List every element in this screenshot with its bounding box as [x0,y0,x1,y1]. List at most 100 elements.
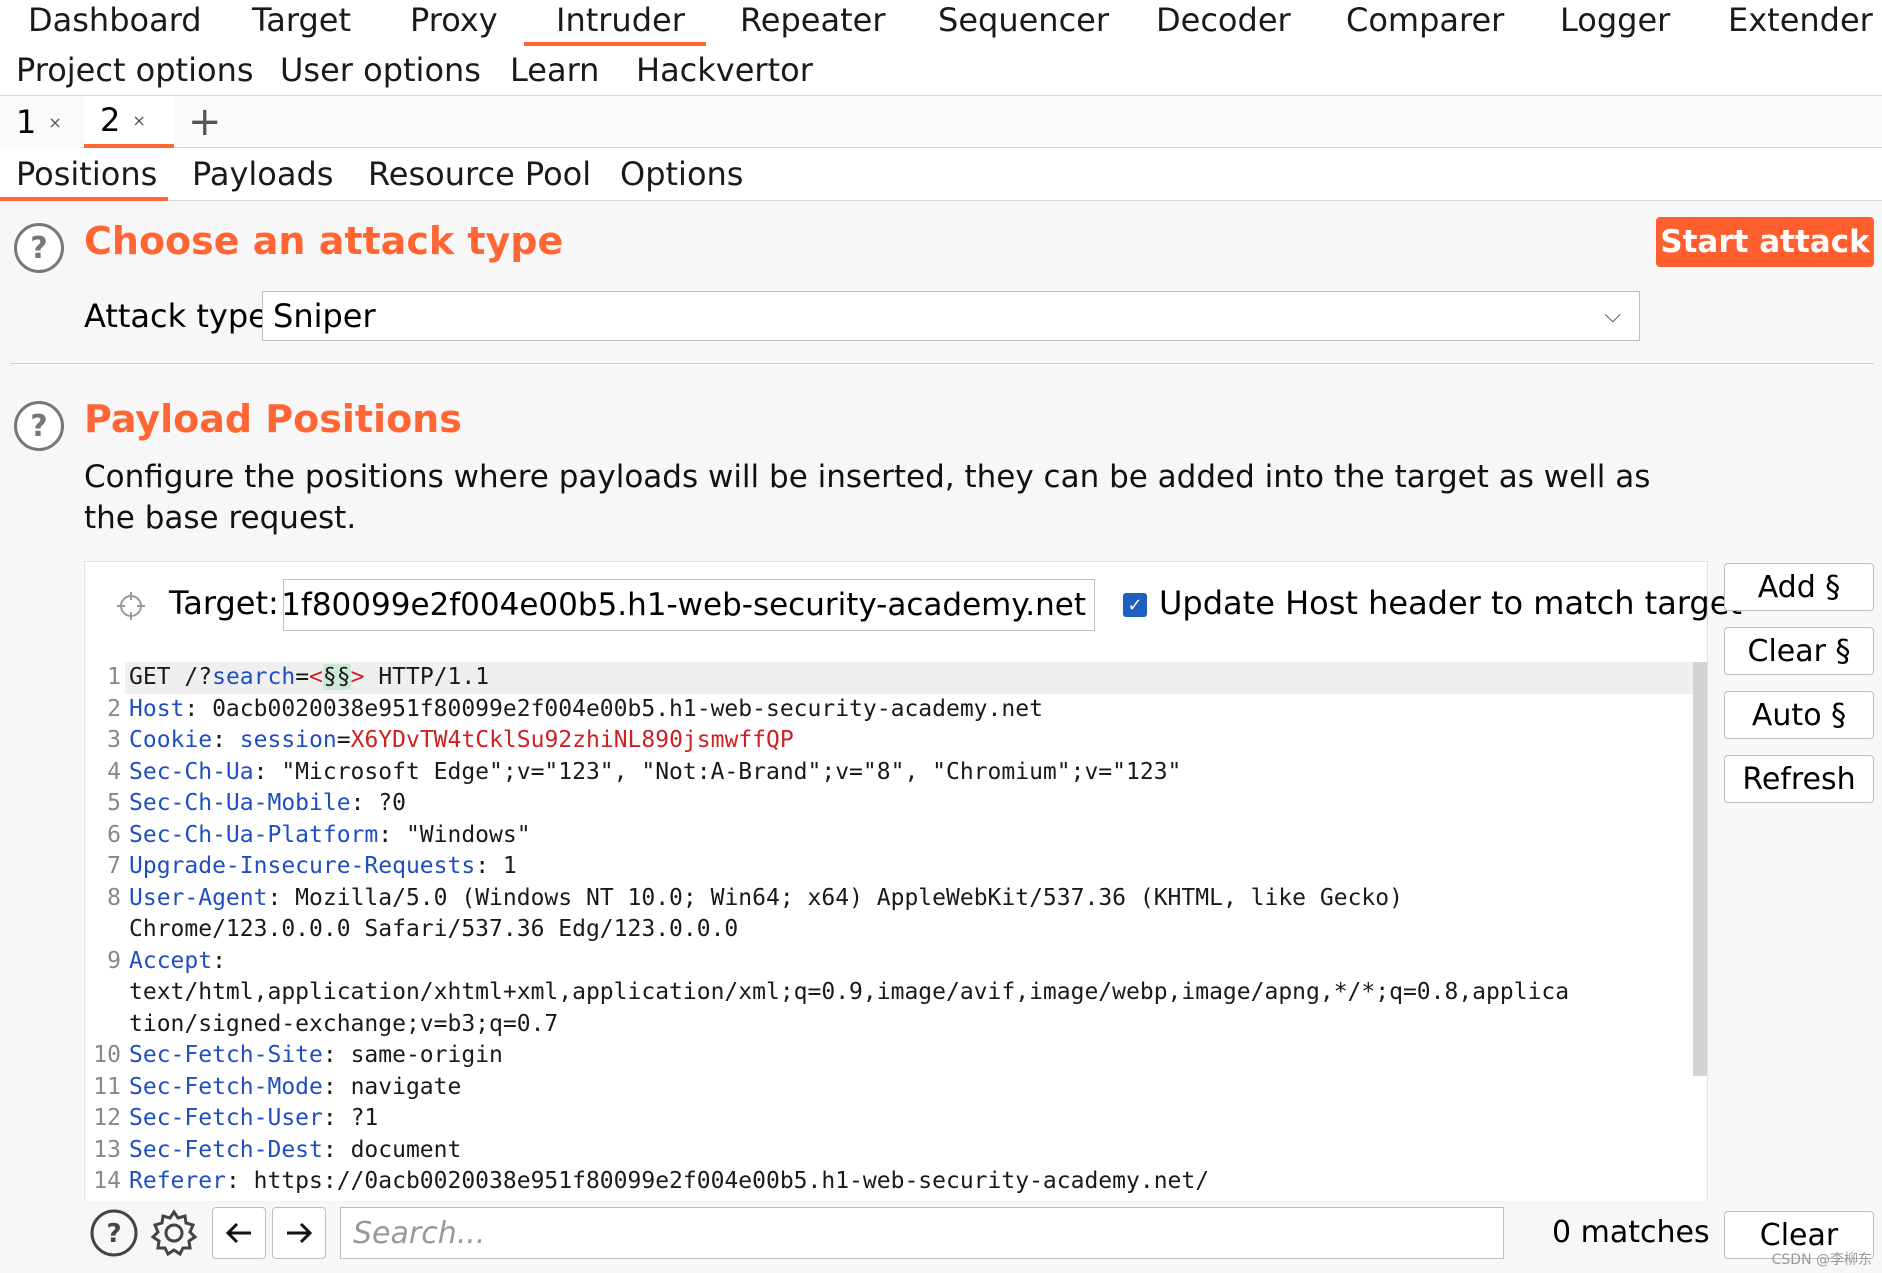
tool-tab-extender[interactable]: Extender [1728,0,1873,46]
tool-tab-comparer[interactable]: Comparer [1346,0,1504,46]
request-line-7: Upgrade-Insecure-Requests: 1 [129,851,517,883]
header-value: : 1 [475,853,517,879]
tool-tab-bar: Dashboard Target Proxy Intruder Repeater… [0,0,1882,96]
close-icon[interactable]: × [48,113,61,132]
gear-icon[interactable] [148,1207,200,1259]
header-value: : [212,947,226,974]
refresh-button[interactable]: Refresh [1724,755,1874,803]
sub-tab-options[interactable]: Options [620,154,743,201]
match-count: 0 matches [1552,1215,1710,1250]
update-host-checkbox[interactable]: ✓ [1123,593,1147,617]
sub-tab-positions[interactable]: Positions [0,154,168,201]
payload-marker: §§ [322,664,351,690]
header-value: : Mozilla/5.0 (Windows NT 10.0; Win64; x… [267,884,1403,911]
clear-marker-button[interactable]: Clear § [1724,627,1874,675]
tool-tab-dashboard[interactable]: Dashboard [28,0,202,46]
param-value-gt: > [350,664,365,690]
start-attack-button[interactable]: Start attack [1656,217,1874,267]
help-icon[interactable]: ? [14,401,64,451]
arrow-left-icon[interactable] [212,1207,266,1259]
update-host-label: Update Host header to match target [1159,584,1742,622]
header-name: Sec-Fetch-User [129,1105,323,1131]
tool-tab-proxy[interactable]: Proxy [410,0,498,46]
chevron-down-icon: ⌵ [1604,303,1621,328]
tool-tab-repeater[interactable]: Repeater [740,0,885,46]
line-number: 7 [107,853,121,879]
auto-marker-button[interactable]: Auto § [1724,691,1874,739]
header-name: Referer [129,1168,226,1194]
header-name: Cookie [129,727,213,753]
tool-tab-user-options[interactable]: User options [280,50,481,96]
search-input[interactable] [340,1207,1504,1259]
request-editor-panel: Target: https://0acb0020038e951f80099e2f… [84,561,1742,1273]
attack-type-title: Choose an attack type [84,219,564,263]
request-line-1: GET /?search=<§§> HTTP/1.1 [129,662,489,694]
param-eq: = [295,664,310,690]
header-name: Sec-Fetch-Dest [129,1136,323,1163]
tool-tab-hackvertor[interactable]: Hackvertor [636,50,813,96]
add-tab-plus-icon[interactable]: + [188,96,222,148]
header-value: : ?0 [350,790,406,816]
line-number: 8 [107,884,121,911]
cookie-name: session [239,727,337,753]
request-line-11: Sec-Fetch-Mode: navigate [129,1072,461,1104]
target-value: https://0acb0020038e951f80099e2f004e00b5… [283,587,1086,623]
line-number: 10 [93,1042,121,1068]
param-name: search [212,664,296,690]
tool-tab-intruder[interactable]: Intruder [524,0,706,46]
request-line-9: Accept: [129,946,226,978]
sub-tab-resource-pool[interactable]: Resource Pool [368,154,591,201]
request-line-4: Sec-Ch-Ua: "Microsoft Edge";v="123", "No… [129,757,1181,789]
request-line-8: User-Agent: Mozilla/5.0 (Windows NT 10.0… [129,883,1403,915]
request-line-10: Sec-Fetch-Site: same-origin [129,1040,503,1072]
request-line-5: Sec-Ch-Ua-Mobile: ?0 [129,788,406,820]
target-label: Target: [169,584,279,622]
attack-tab-2[interactable]: 2 × [84,96,174,148]
request-line-6: Sec-Ch-Ua-Platform: "Windows" [129,820,531,852]
cookie-value: X6YDvTW4tCklSu92zhiNL890jsmwffQP [350,727,794,753]
attack-type-select[interactable]: Sniper ⌵ [262,291,1640,341]
help-icon[interactable]: ? [88,1207,140,1259]
request-line-12: Sec-Fetch-User: ?1 [129,1103,378,1135]
close-icon[interactable]: × [132,111,145,130]
tool-tab-target[interactable]: Target [252,0,351,46]
line-number: 1 [107,664,121,690]
tool-tab-sequencer[interactable]: Sequencer [938,0,1109,46]
request-line-2: Host: 0acb0020038e951f80099e2f004e00b5.h… [129,694,1043,726]
tool-tab-learn[interactable]: Learn [510,50,599,96]
request-method: GET /? [129,664,213,690]
attack-type-value: Sniper [273,297,376,335]
target-input[interactable]: https://0acb0020038e951f80099e2f004e00b5… [283,579,1095,631]
tool-tab-logger[interactable]: Logger [1560,0,1670,46]
attack-tab-bar: 1 × 2 × + [0,96,1882,148]
editor-scrollbar[interactable] [1693,662,1707,1076]
request-protocol: HTTP/1.1 [364,664,490,690]
help-icon[interactable]: ? [14,223,64,273]
crosshair-icon[interactable] [115,590,147,622]
request-editor[interactable]: 1 GET /?search=<§§> HTTP/1.1 2 Host: 0ac… [85,662,1709,1202]
tool-tab-project-options[interactable]: Project options [16,50,254,96]
cookie-eq: = [336,727,351,753]
attack-tab-2-label: 2 [100,101,121,139]
positions-pane: ? Choose an attack type Start attack Att… [0,201,1882,1273]
arrow-right-icon[interactable] [272,1207,326,1259]
request-line-9-wrap-2: tion/signed-exchange;v=b3;q=0.7 [129,1010,559,1037]
tool-tab-decoder[interactable]: Decoder [1156,0,1291,46]
line-number: 12 [93,1105,121,1131]
line-number: 14 [93,1168,121,1194]
request-line-3: Cookie: session=X6YDvTW4tCklSu92zhiNL890… [129,725,794,757]
header-value: : "Microsoft Edge";v="123", "Not:A-Brand… [253,758,1182,785]
sub-tab-payloads[interactable]: Payloads [192,154,333,201]
line-number: 2 [107,695,121,722]
line-number: 11 [93,1073,121,1100]
add-marker-button[interactable]: Add § [1724,563,1874,611]
header-name: Host [129,695,185,722]
payload-positions-description: Configure the positions where payloads w… [84,459,1651,536]
svg-text:?: ? [106,1219,121,1249]
header-value: : 0acb0020038e951f80099e2f004e00b5.h1-we… [184,695,1043,722]
attack-tab-1[interactable]: 1 × [0,96,80,148]
header-name: Accept [129,947,213,974]
header-value: : navigate [322,1073,462,1100]
attack-tab-1-label: 1 [16,103,37,141]
request-line-13: Sec-Fetch-Dest: document [129,1135,461,1167]
